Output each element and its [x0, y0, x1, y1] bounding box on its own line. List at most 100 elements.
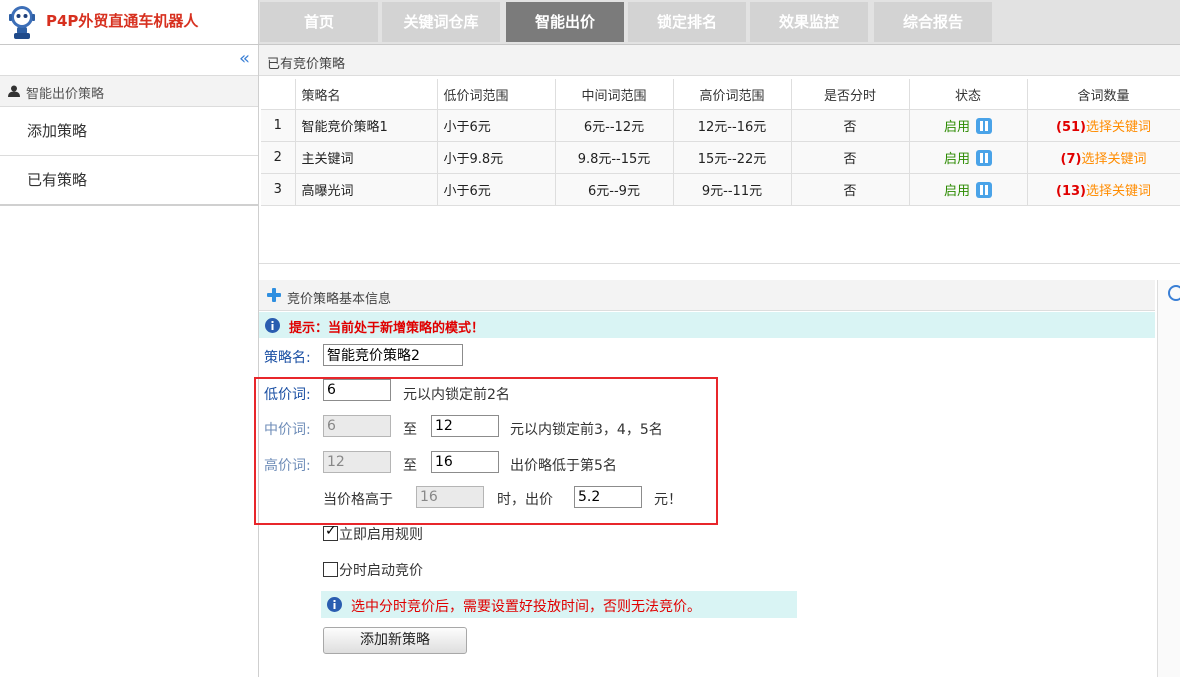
keyword-count-cell: (51)选择关键词 — [1027, 109, 1180, 142]
keyword-count: (13) — [1056, 184, 1086, 199]
sidebar: « 智能出价策略 添加策略 已有策略 — [0, 45, 259, 677]
strategy-basic-info-header: 竞价策略基本信息 — [259, 280, 1155, 311]
tab-keyword-warehouse[interactable]: 关键词仓库 — [382, 2, 500, 42]
high-price-suffix: 出价略低于第5名 — [510, 458, 617, 474]
high-price-to-input[interactable] — [431, 451, 499, 473]
column-header: 含词数量 — [1027, 79, 1180, 110]
panel-divider — [259, 263, 1180, 280]
column-header: 状态 — [909, 79, 1028, 110]
pause-icon[interactable] — [976, 118, 992, 134]
status-text: 启用 — [943, 152, 970, 167]
select-keywords-link[interactable]: 选择关键词 — [1086, 120, 1151, 135]
keyword-count-cell: (7)选择关键词 — [1027, 141, 1180, 174]
app-title: P4P外贸直通车机器人 — [46, 12, 199, 30]
panel-title: 已有竞价策略 — [267, 57, 346, 72]
notice-text: 提示：当前处于新增策略的模式！ — [289, 321, 485, 336]
select-keywords-link[interactable]: 选择关键词 — [1081, 152, 1146, 167]
high-range: 15元--22元 — [673, 141, 792, 174]
tab-performance-monitor[interactable]: 效果监控 — [750, 2, 868, 42]
main-content: 已有竞价策略 策略名 低价词范围 中间词范围 高价词范围 是否分时 状态 含词数… — [254, 45, 1180, 677]
tab-summary-report[interactable]: 综合报告 — [874, 2, 992, 42]
existing-strategies-header: 已有竞价策略 — [259, 45, 1180, 76]
table-row[interactable]: 2 主关键词 小于9.8元 9.8元--15元 15元--22元 否 启用 (7… — [261, 141, 1180, 174]
circle-icon[interactable] — [1168, 285, 1180, 301]
mid-range: 6元--9元 — [555, 173, 674, 206]
column-header: 高价词范围 — [673, 79, 792, 110]
low-range: 小于6元 — [437, 109, 556, 142]
sidebar-section-header: 智能出价策略 — [0, 76, 258, 107]
sidebar-item-add-strategy[interactable]: 添加策略 — [0, 107, 258, 156]
mid-range: 6元--12元 — [555, 109, 674, 142]
high-price-label: 高价词: — [264, 458, 311, 474]
over-price-input — [416, 486, 484, 508]
low-price-suffix: 元以内锁定前2名 — [403, 387, 510, 403]
tab-home[interactable]: 首页 — [260, 2, 378, 42]
timed-bidding-warning: 选中分时竞价后，需要设置好投放时间，否则无法竞价。 — [321, 591, 797, 618]
to-text: 至 — [403, 422, 417, 438]
check-mark-icon: ✓ — [325, 523, 337, 539]
tab-lock-ranking[interactable]: 锁定排名 — [628, 2, 746, 42]
double-chevron-left-icon[interactable]: « — [239, 48, 250, 69]
enable-rule-label: 立即启用规则 — [339, 527, 423, 543]
keyword-count: (7) — [1060, 152, 1082, 167]
strategy-name: 主关键词 — [295, 141, 438, 174]
mid-price-label: 中价词: — [264, 422, 311, 438]
info-icon — [327, 597, 342, 612]
table-header-row: 策略名 低价词范围 中间词范围 高价词范围 是否分时 状态 含词数量 — [261, 79, 1180, 110]
low-range: 小于6元 — [437, 173, 556, 206]
timed-bidding-label: 分时启动竞价 — [339, 563, 423, 579]
high-range: 12元--16元 — [673, 109, 792, 142]
strategy-name-input[interactable] — [323, 344, 463, 366]
column-header: 策略名 — [295, 79, 438, 110]
over-price-prefix: 当价格高于 — [323, 492, 393, 508]
row-index: 1 — [261, 109, 296, 142]
column-header — [261, 79, 296, 110]
keyword-count-cell: (13)选择关键词 — [1027, 173, 1180, 206]
info-icon — [265, 318, 280, 333]
mode-notice: 提示：当前处于新增策略的模式！ — [259, 312, 1155, 338]
pause-icon[interactable] — [976, 150, 992, 166]
timed-flag: 否 — [791, 141, 910, 174]
high-price-from-input — [323, 451, 391, 473]
top-bar: P4P外贸直通车机器人 首页 关键词仓库 智能出价 锁定排名 效果监控 综合报告 — [0, 0, 1180, 45]
row-index: 3 — [261, 173, 296, 206]
select-keywords-link[interactable]: 选择关键词 — [1086, 184, 1151, 199]
warning-text: 选中分时竞价后，需要设置好投放时间，否则无法竞价。 — [351, 599, 701, 615]
plus-icon — [267, 288, 281, 302]
high-range: 9元--11元 — [673, 173, 792, 206]
pause-icon[interactable] — [976, 182, 992, 198]
robot-logo-icon — [9, 6, 35, 39]
sidebar-item-existing-strategies[interactable]: 已有策略 — [0, 156, 258, 206]
strategy-name: 智能竞价策略1 — [295, 109, 438, 142]
status-cell: 启用 — [909, 109, 1028, 142]
strategy-table: 策略名 低价词范围 中间词范围 高价词范围 是否分时 状态 含词数量 1 智能竞… — [261, 79, 1180, 206]
status-cell: 启用 — [909, 141, 1028, 174]
over-price-mid-text: 时，出价 — [497, 492, 553, 508]
strategy-name-label: 策略名: — [264, 350, 311, 366]
mid-price-from-input — [323, 415, 391, 437]
mid-price-suffix: 元以内锁定前3，4，5名 — [510, 422, 663, 438]
strategy-name: 高曝光词 — [295, 173, 438, 206]
enable-rule-checkbox[interactable]: ✓ — [323, 523, 338, 541]
keyword-count: (51) — [1056, 120, 1086, 135]
tab-smart-bidding[interactable]: 智能出价 — [506, 2, 624, 42]
timed-flag: 否 — [791, 173, 910, 206]
row-index: 2 — [261, 141, 296, 174]
low-price-input[interactable] — [323, 379, 391, 401]
sidebar-section-title: 智能出价策略 — [26, 87, 105, 102]
over-price-bid-input[interactable] — [574, 486, 642, 508]
add-new-strategy-button[interactable]: 添加新策略 — [323, 627, 467, 654]
mid-range: 9.8元--15元 — [555, 141, 674, 174]
table-row[interactable]: 1 智能竞价策略1 小于6元 6元--12元 12元--16元 否 启用 (51… — [261, 109, 1180, 142]
column-header: 低价词范围 — [437, 79, 556, 110]
status-cell: 启用 — [909, 173, 1028, 206]
table-row[interactable]: 3 高曝光词 小于6元 6元--9元 9元--11元 否 启用 (13)选择关键… — [261, 173, 1180, 206]
right-side-strip — [1157, 280, 1180, 677]
timed-flag: 否 — [791, 109, 910, 142]
user-icon — [8, 85, 20, 97]
panel-title: 竞价策略基本信息 — [287, 292, 392, 307]
status-text: 启用 — [943, 120, 970, 135]
status-text: 启用 — [943, 184, 970, 199]
mid-price-to-input[interactable] — [431, 415, 499, 437]
timed-bidding-checkbox[interactable] — [323, 562, 338, 577]
